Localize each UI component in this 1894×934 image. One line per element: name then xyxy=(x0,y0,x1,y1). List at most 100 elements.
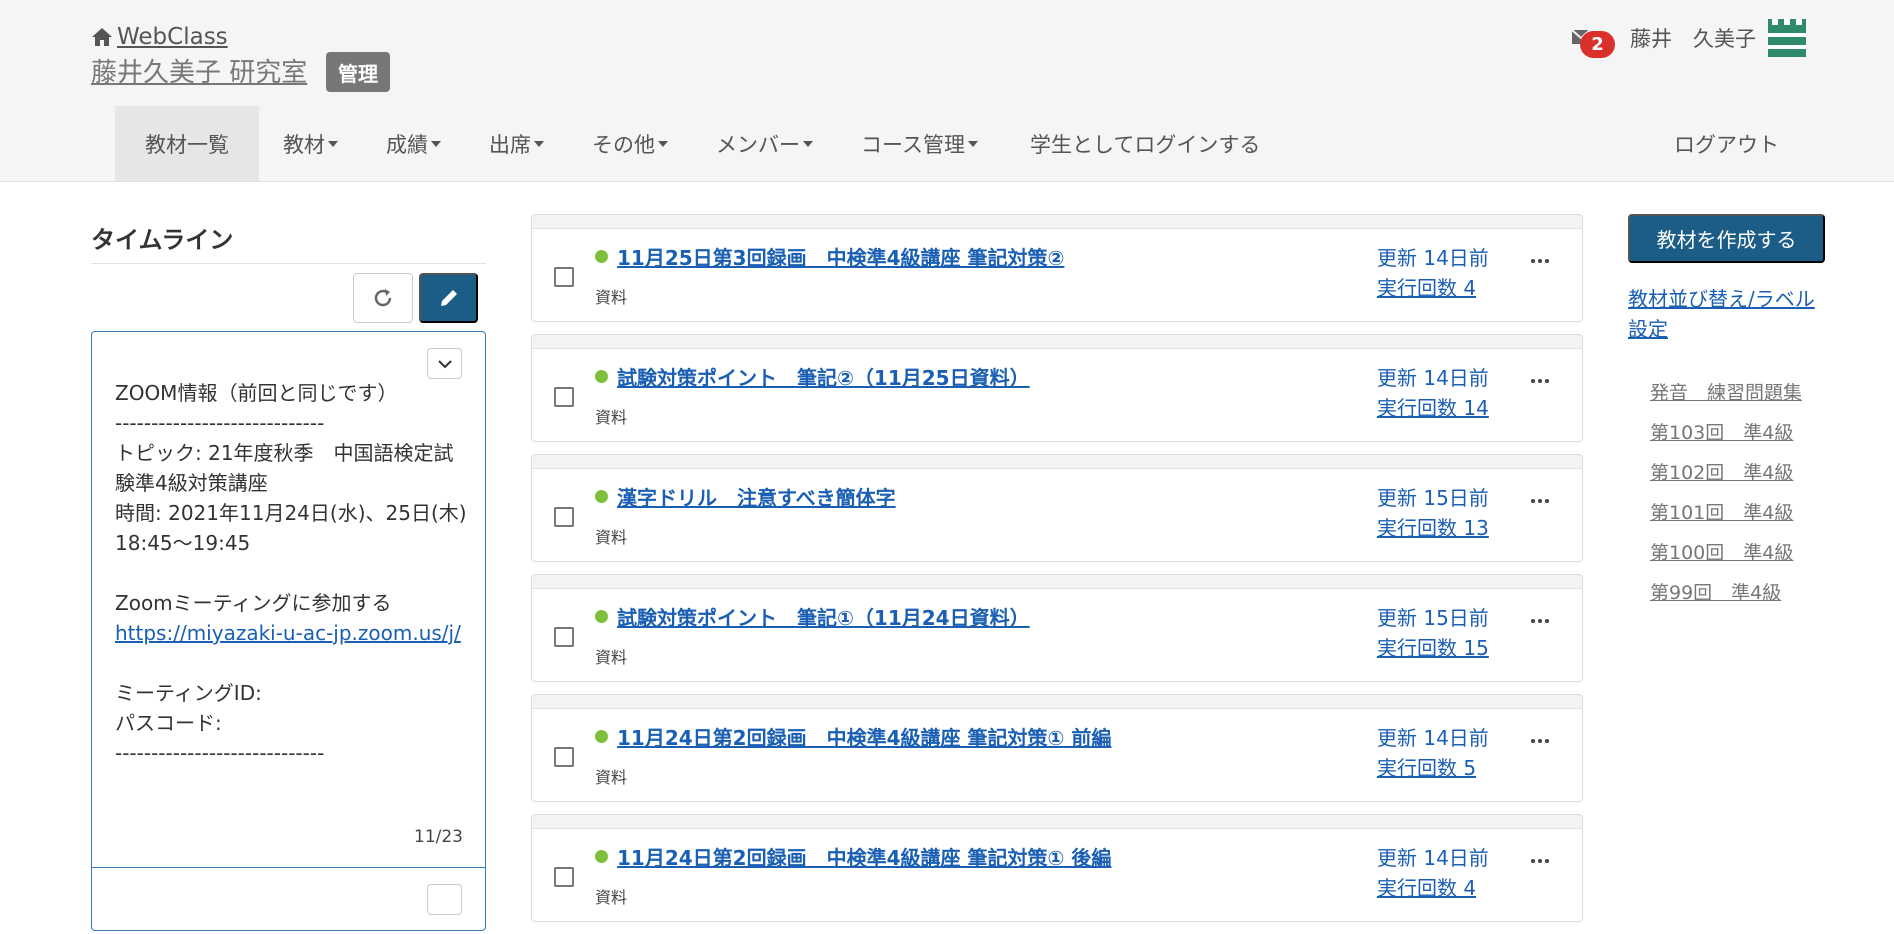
material-checkbox[interactable] xyxy=(554,867,574,887)
material-list: 11月25日第3回録画 中検準4級講座 筆記対策② 資料 更新 14日前 実行回… xyxy=(531,214,1583,934)
material-title-link[interactable]: 11月25日第3回録画 中検準4級講座 筆記対策② xyxy=(617,242,1064,271)
nav-materials[interactable]: 教材 xyxy=(259,106,362,181)
post-collapse-button[interactable] xyxy=(427,348,462,379)
nav-label: 学生としてログインする xyxy=(1029,132,1261,157)
next-post-collapse-button[interactable] xyxy=(427,884,462,915)
caret-down-icon xyxy=(803,140,813,147)
post-separator xyxy=(92,867,485,868)
course-title[interactable]: 藤井久美子 研究室 xyxy=(91,52,307,89)
more-options-icon[interactable] xyxy=(1527,371,1553,391)
material-run-count-link[interactable]: 実行回数 14 xyxy=(1377,392,1489,421)
label-item[interactable]: 第102回 準4級 xyxy=(1650,459,1830,488)
nav-label: 教材一覧 xyxy=(145,132,229,157)
label-item[interactable]: 第100回 準4級 xyxy=(1650,539,1830,568)
nav-label: 教材 xyxy=(283,132,325,157)
sort-label-settings-link[interactable]: 教材並び替え/ラベル設定 xyxy=(1628,284,1828,344)
material-checkbox[interactable] xyxy=(554,507,574,527)
home-icon xyxy=(92,28,112,46)
material-title-link[interactable]: 11月24日第2回録画 中検準4級講座 筆記対策① 前編 xyxy=(617,722,1111,751)
card-header-strip xyxy=(532,335,1582,349)
more-options-icon[interactable] xyxy=(1527,851,1553,871)
material-checkbox[interactable] xyxy=(554,267,574,287)
logout-link[interactable]: ログアウト xyxy=(1674,106,1779,181)
material-type: 資料 xyxy=(595,888,628,907)
material-type: 資料 xyxy=(595,528,628,547)
more-options-icon[interactable] xyxy=(1527,731,1553,751)
nav-label: 成績 xyxy=(386,132,428,157)
card-header-strip xyxy=(532,215,1582,229)
material-run-count-link[interactable]: 実行回数 4 xyxy=(1377,872,1476,901)
material-type: 資料 xyxy=(595,768,628,787)
caret-down-icon xyxy=(328,140,338,147)
material-updated: 更新 14日前 xyxy=(1377,366,1489,390)
material-title-link[interactable]: 11月24日第2回録画 中検準4級講座 筆記対策① 後編 xyxy=(617,842,1111,871)
main-nav: 教材一覧 教材 成績 出席 その他 メンバー コース管理 学生としてログインする xyxy=(115,106,1284,181)
material-type: 資料 xyxy=(595,648,628,667)
nav-login-as-student[interactable]: 学生としてログインする xyxy=(1002,106,1284,181)
material-checkbox[interactable] xyxy=(554,387,574,407)
timeline-post: ZOOM情報（前回と同じです） ------------------------… xyxy=(91,331,486,931)
material-updated: 更新 14日前 xyxy=(1377,726,1489,750)
nav-label: コース管理 xyxy=(861,132,965,157)
card-header-strip xyxy=(532,815,1582,829)
nav-attendance[interactable]: 出席 xyxy=(465,106,568,181)
chevron-down-icon xyxy=(437,359,452,368)
material-title-link[interactable]: 試験対策ポイント 筆記①（11月24日資料） xyxy=(617,602,1030,631)
material-title-link[interactable]: 漢字ドリル 注意すべき簡体字 xyxy=(617,482,896,511)
admin-badge: 管理 xyxy=(326,52,390,92)
pencil-icon xyxy=(440,290,457,306)
refresh-icon xyxy=(374,289,392,307)
material-updated: 更新 14日前 xyxy=(1377,246,1489,270)
material-checkbox[interactable] xyxy=(554,627,574,647)
timeline-refresh-button[interactable] xyxy=(353,273,413,323)
user-avatar-icon[interactable] xyxy=(1768,19,1806,57)
caret-down-icon xyxy=(967,140,978,147)
nav-label: 出席 xyxy=(489,132,531,157)
material-checkbox[interactable] xyxy=(554,747,574,767)
nav-other[interactable]: その他 xyxy=(568,106,692,181)
create-material-button[interactable]: 教材を作成する xyxy=(1628,214,1825,263)
card-header-strip xyxy=(532,455,1582,469)
material-card: 漢字ドリル 注意すべき簡体字 資料 更新 15日前 実行回数 13 xyxy=(531,454,1583,562)
label-item[interactable]: 第99回 準4級 xyxy=(1650,579,1830,608)
caret-down-icon xyxy=(431,140,441,147)
nav-label: その他 xyxy=(592,132,655,157)
nav-label: メンバー xyxy=(716,132,800,157)
timeline-divider xyxy=(91,263,486,264)
material-run-count-link[interactable]: 実行回数 4 xyxy=(1377,272,1476,301)
status-dot-icon xyxy=(595,850,608,863)
label-item[interactable]: 発音 練習問題集 xyxy=(1650,379,1830,408)
material-run-count-link[interactable]: 実行回数 15 xyxy=(1377,632,1489,661)
card-header-strip xyxy=(532,695,1582,709)
label-item[interactable]: 第103回 準4級 xyxy=(1650,419,1830,448)
more-options-icon[interactable] xyxy=(1527,611,1553,631)
material-card: 11月24日第2回録画 中検準4級講座 筆記対策① 前編 資料 更新 14日前 … xyxy=(531,694,1583,802)
timeline-edit-button[interactable] xyxy=(419,273,478,323)
post-text-after: ミーティングID: パスコード: -----------------------… xyxy=(115,681,325,765)
user-name[interactable]: 藤井 久美子 xyxy=(1630,23,1756,53)
material-type: 資料 xyxy=(595,288,628,307)
material-card: 試験対策ポイント 筆記②（11月25日資料） 資料 更新 14日前 実行回数 1… xyxy=(531,334,1583,442)
nav-members[interactable]: メンバー xyxy=(692,106,837,181)
nav-grades[interactable]: 成績 xyxy=(362,106,465,181)
label-list: 発音 練習問題集 第103回 準4級 第102回 準4級 第101回 準4級 第… xyxy=(1650,379,1830,619)
status-dot-icon xyxy=(595,370,608,383)
status-dot-icon xyxy=(595,250,608,263)
more-options-icon[interactable] xyxy=(1527,491,1553,511)
caret-down-icon xyxy=(658,140,668,147)
post-body: ZOOM情報（前回と同じです） ------------------------… xyxy=(115,378,470,768)
material-run-count-link[interactable]: 実行回数 13 xyxy=(1377,512,1489,541)
post-text: ZOOM情報（前回と同じです） ------------------------… xyxy=(115,381,467,615)
more-options-icon[interactable] xyxy=(1527,251,1553,271)
material-run-count-link[interactable]: 実行回数 5 xyxy=(1377,752,1476,781)
material-title-link[interactable]: 試験対策ポイント 筆記②（11月25日資料） xyxy=(617,362,1030,391)
material-card: 11月24日第2回録画 中検準4級講座 筆記対策① 後編 資料 更新 14日前 … xyxy=(531,814,1583,922)
label-item[interactable]: 第101回 準4級 xyxy=(1650,499,1830,528)
nav-material-list[interactable]: 教材一覧 xyxy=(115,106,259,181)
caret-down-icon xyxy=(534,140,544,147)
home-link[interactable]: WebClass xyxy=(91,24,228,50)
zoom-link[interactable]: https://miyazaki-u-ac-jp.zoom.us/j/ xyxy=(115,621,461,645)
status-dot-icon xyxy=(595,730,608,743)
nav-course-admin[interactable]: コース管理 xyxy=(837,106,1002,181)
card-header-strip xyxy=(532,575,1582,589)
